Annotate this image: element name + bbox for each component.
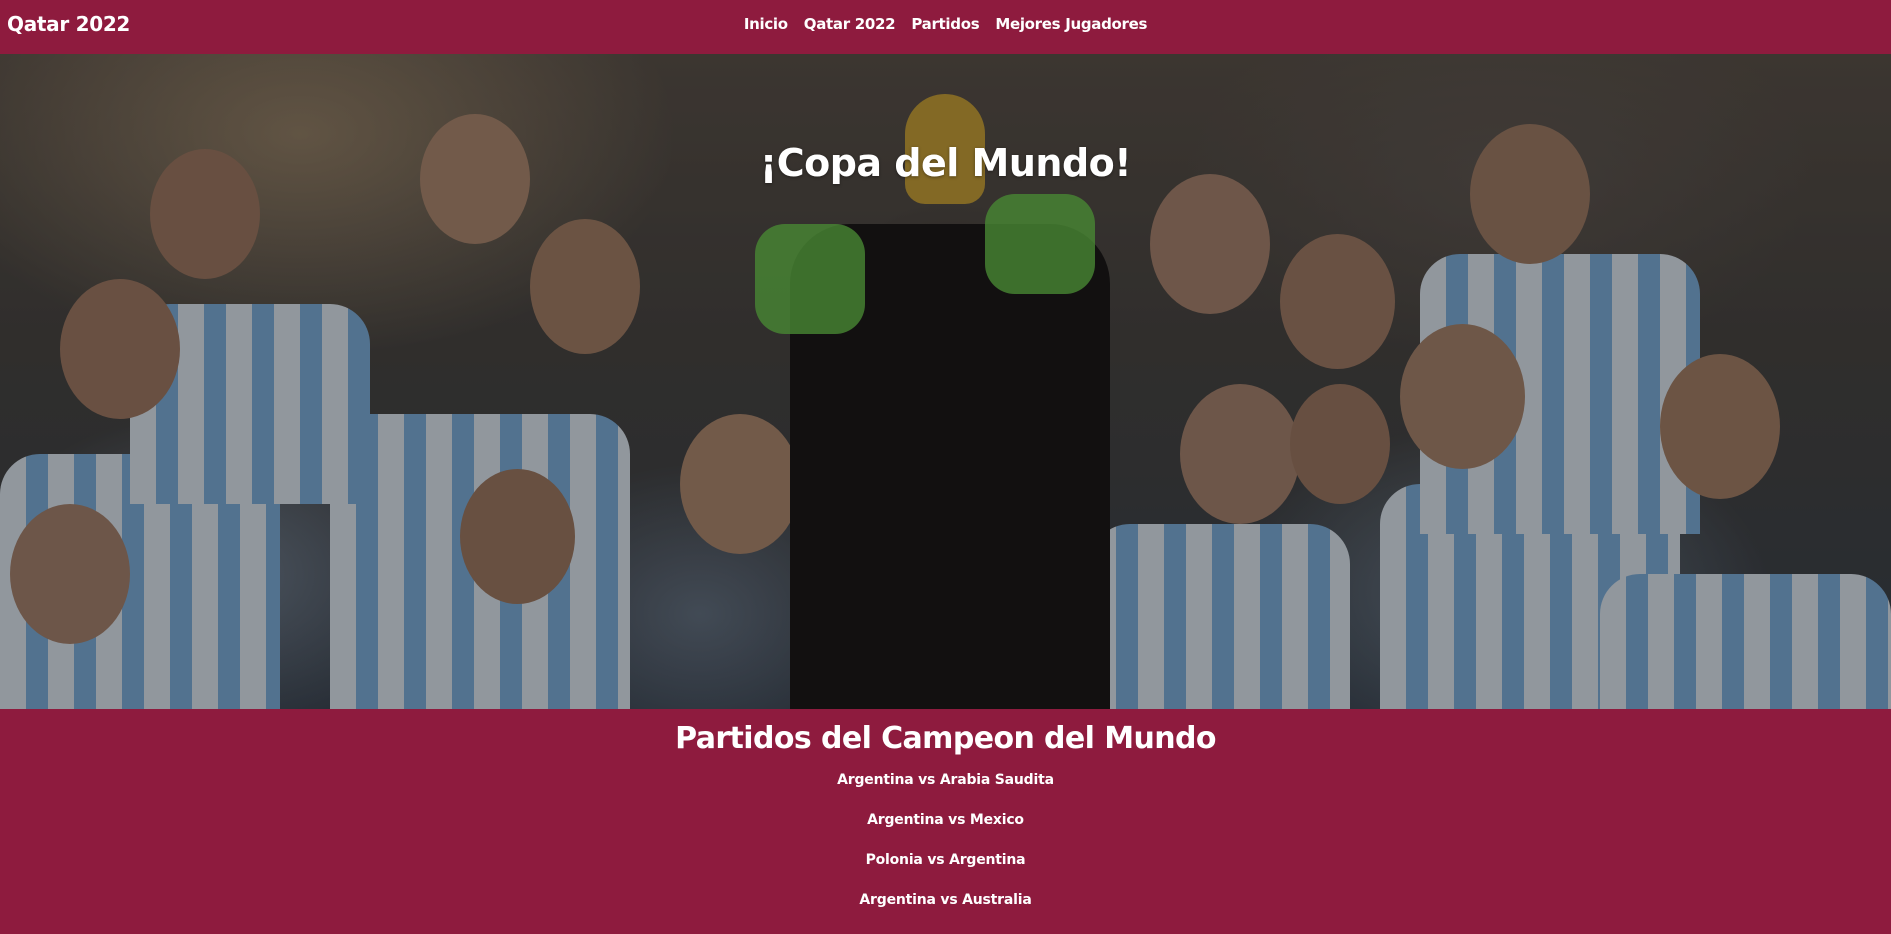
- top-navbar: Qatar 2022 Inicio Qatar 2022 Partidos Me…: [0, 0, 1891, 54]
- hero-title: ¡Copa del Mundo!: [759, 141, 1132, 186]
- nav-link-mejores-jugadores[interactable]: Mejores Jugadores: [995, 15, 1147, 33]
- matches-section: Partidos del Campeon del Mundo Argentina…: [0, 709, 1891, 934]
- nav-link-inicio[interactable]: Inicio: [744, 15, 788, 33]
- match-list: Argentina vs Arabia Saudita Argentina vs…: [0, 771, 1891, 931]
- nav-links: Inicio Qatar 2022 Partidos Mejores Jugad…: [0, 15, 1891, 33]
- hero-banner: ¡Copa del Mundo!: [0, 54, 1891, 709]
- nav-link-partidos[interactable]: Partidos: [911, 15, 979, 33]
- nav-link-qatar-2022[interactable]: Qatar 2022: [804, 15, 896, 33]
- match-item: Argentina vs Australia: [859, 892, 1032, 908]
- match-item: Argentina vs Mexico: [867, 812, 1024, 828]
- match-item: Polonia vs Argentina: [865, 852, 1026, 868]
- matches-section-title: Partidos del Campeon del Mundo: [675, 721, 1216, 756]
- match-item: Argentina vs Arabia Saudita: [837, 772, 1054, 788]
